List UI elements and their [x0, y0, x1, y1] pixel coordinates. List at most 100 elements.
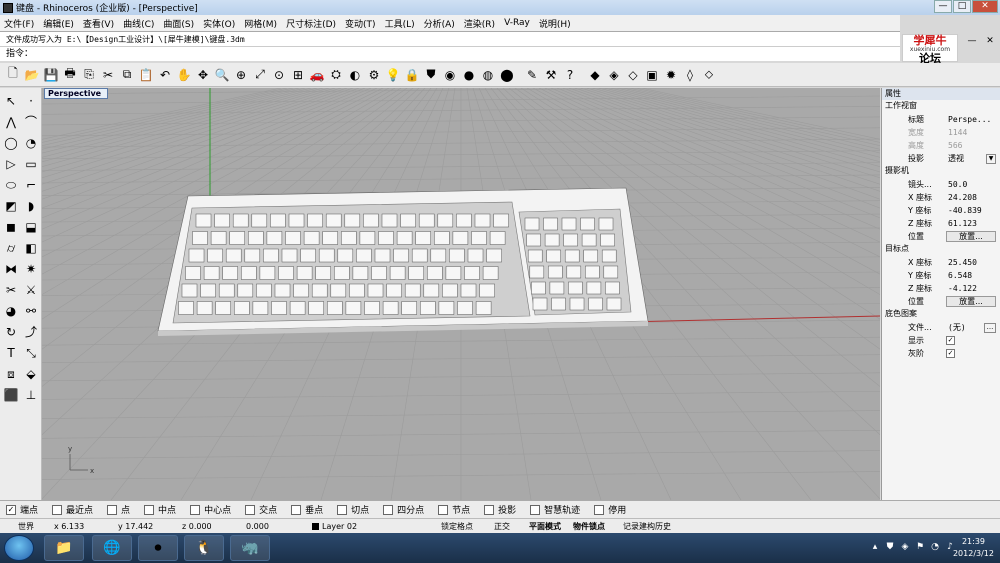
- snap-3[interactable]: 中点: [144, 503, 176, 516]
- ortho-toggle[interactable]: 正交: [494, 521, 510, 532]
- select-arrow-icon[interactable]: ↖: [2, 92, 20, 110]
- target-place-button[interactable]: 放置...: [946, 296, 996, 307]
- render-icon[interactable]: ◍: [479, 66, 497, 84]
- polyline-icon[interactable]: ⋀: [2, 113, 20, 131]
- layer-name[interactable]: Layer 02: [322, 522, 357, 531]
- snap-checkbox[interactable]: [52, 504, 63, 515]
- paste-icon[interactable]: 📋: [137, 66, 155, 84]
- cplane-icon[interactable]: ⛭: [327, 66, 345, 84]
- target-y-field[interactable]: 6.548: [946, 271, 1000, 280]
- menu-dimension[interactable]: 尺寸标注(D): [286, 17, 336, 30]
- sphere-icon[interactable]: ●: [460, 66, 478, 84]
- object-properties-icon[interactable]: ⚙: [365, 66, 383, 84]
- menu-file[interactable]: 文件(F): [4, 17, 34, 30]
- snap-checkbox[interactable]: [144, 504, 155, 515]
- menu-surface[interactable]: 曲面(S): [163, 17, 194, 30]
- vray-cube-icon[interactable]: ▣: [643, 66, 661, 84]
- copy-icon[interactable]: ⧉: [118, 66, 136, 84]
- zoom-selected-icon[interactable]: ⊙: [270, 66, 288, 84]
- rotate-icon[interactable]: ↻: [2, 323, 20, 341]
- qq-taskbar-icon[interactable]: 🐧: [184, 535, 224, 561]
- vray-render-icon[interactable]: ◇: [624, 66, 642, 84]
- vray-frame-icon[interactable]: ◊: [681, 66, 699, 84]
- join-icon[interactable]: ⚯: [22, 302, 40, 320]
- viewport-tab-perspective[interactable]: Perspective: [44, 88, 108, 99]
- undo-icon[interactable]: ↶: [156, 66, 174, 84]
- panel-minimize-icon[interactable]: —: [964, 34, 980, 48]
- snap-6[interactable]: 垂点: [291, 503, 323, 516]
- snap-checkbox[interactable]: [484, 504, 495, 515]
- snap-0[interactable]: ✓ 端点: [6, 503, 38, 516]
- maximize-button[interactable]: □: [953, 0, 971, 13]
- split-icon[interactable]: ✂: [2, 281, 20, 299]
- snap-checkbox[interactable]: [383, 504, 394, 515]
- target-z-field[interactable]: -4.122: [946, 284, 1000, 293]
- projection-select[interactable]: 透视: [946, 153, 986, 164]
- menu-vray[interactable]: V-Ray: [504, 18, 530, 28]
- menu-analyze[interactable]: 分析(A): [424, 17, 455, 30]
- explorer-taskbar-icon[interactable]: 📁: [44, 535, 84, 561]
- browse-button[interactable]: ...: [984, 322, 996, 333]
- camera-y-field[interactable]: -40.839: [946, 206, 1000, 215]
- tray-arrow-icon[interactable]: ▴: [869, 541, 881, 553]
- panel-close-icon[interactable]: ✕: [982, 34, 998, 48]
- snap-checkbox[interactable]: [594, 504, 605, 515]
- pan-hand-icon[interactable]: ✋: [175, 66, 193, 84]
- snap-checkbox[interactable]: ✓: [6, 504, 16, 515]
- zoom-extents-icon[interactable]: ⤢: [251, 66, 269, 84]
- help-icon[interactable]: ?: [561, 66, 579, 84]
- camera-x-field[interactable]: 24.208: [946, 193, 1000, 202]
- snap-8[interactable]: 四分点: [383, 503, 424, 516]
- menu-transform[interactable]: 变动(T): [345, 17, 376, 30]
- tray-shield-icon[interactable]: ◈: [899, 541, 911, 553]
- target-x-field[interactable]: 25.450: [946, 258, 1000, 267]
- shade-icon[interactable]: ◐: [346, 66, 364, 84]
- dimension-icon[interactable]: ⤡: [22, 344, 40, 362]
- snap-10[interactable]: 投影: [484, 503, 516, 516]
- grid-snap-icon[interactable]: ⊥: [22, 386, 40, 404]
- mesh-icon[interactable]: ◧: [22, 239, 40, 257]
- start-button[interactable]: [4, 535, 34, 561]
- vray-tag-icon[interactable]: ⬦: [700, 66, 718, 84]
- chevron-down-icon[interactable]: ▼: [986, 153, 996, 164]
- zoom-icon[interactable]: 🔍: [213, 66, 231, 84]
- ellipse-icon[interactable]: ⬭: [2, 176, 20, 194]
- snap-1[interactable]: 最近点: [52, 503, 93, 516]
- open-file-icon[interactable]: 📂: [23, 66, 41, 84]
- osnap-toggle[interactable]: 物件锁点: [573, 521, 605, 532]
- project-icon[interactable]: ⬙: [22, 365, 40, 383]
- point-icon[interactable]: ·: [22, 92, 40, 110]
- box-icon[interactable]: ◼: [2, 218, 20, 236]
- toolbar-layout-icon[interactable]: ⚒: [542, 66, 560, 84]
- print-icon[interactable]: 🖶: [61, 66, 79, 84]
- surface-icon[interactable]: ◩: [2, 197, 20, 215]
- circle-icon[interactable]: ◯: [2, 134, 20, 152]
- explode-icon[interactable]: ✷: [22, 260, 40, 278]
- options-icon[interactable]: ✎: [523, 66, 541, 84]
- snap-4[interactable]: 中心点: [190, 503, 231, 516]
- camera-z-field[interactable]: 61.123: [946, 219, 1000, 228]
- color-wheel-icon[interactable]: ◉: [441, 66, 459, 84]
- title-field[interactable]: Perspe...: [946, 115, 1000, 124]
- menu-help[interactable]: 说明(H): [539, 17, 571, 30]
- tray-network-icon[interactable]: ⛊: [884, 541, 896, 553]
- minimize-button[interactable]: —: [934, 0, 952, 13]
- tray-flag-icon[interactable]: ⚑: [914, 541, 926, 553]
- layer-icon[interactable]: ⛊: [422, 66, 440, 84]
- snap-checkbox[interactable]: [107, 504, 118, 515]
- bend-icon[interactable]: ⤴: [22, 323, 40, 341]
- media-taskbar-icon[interactable]: ⏺: [138, 535, 178, 561]
- menu-tools[interactable]: 工具(L): [385, 17, 415, 30]
- trim-icon[interactable]: ⚔: [22, 281, 40, 299]
- snap-11[interactable]: 智慧轨迹: [530, 503, 580, 516]
- snap-7[interactable]: 切点: [337, 503, 369, 516]
- new-file-icon[interactable]: 🗋: [4, 66, 22, 84]
- sweep-icon[interactable]: ◗: [22, 197, 40, 215]
- shade-cube-icon[interactable]: ⬛: [2, 386, 20, 404]
- menu-solid[interactable]: 实体(O): [203, 17, 235, 30]
- lens-field[interactable]: 50.0: [946, 180, 1000, 189]
- rectangle-icon[interactable]: ▭: [22, 155, 40, 173]
- show-checkbox[interactable]: ✓: [946, 336, 955, 345]
- vray-material-icon[interactable]: ◈: [605, 66, 623, 84]
- snap-checkbox[interactable]: [245, 504, 256, 515]
